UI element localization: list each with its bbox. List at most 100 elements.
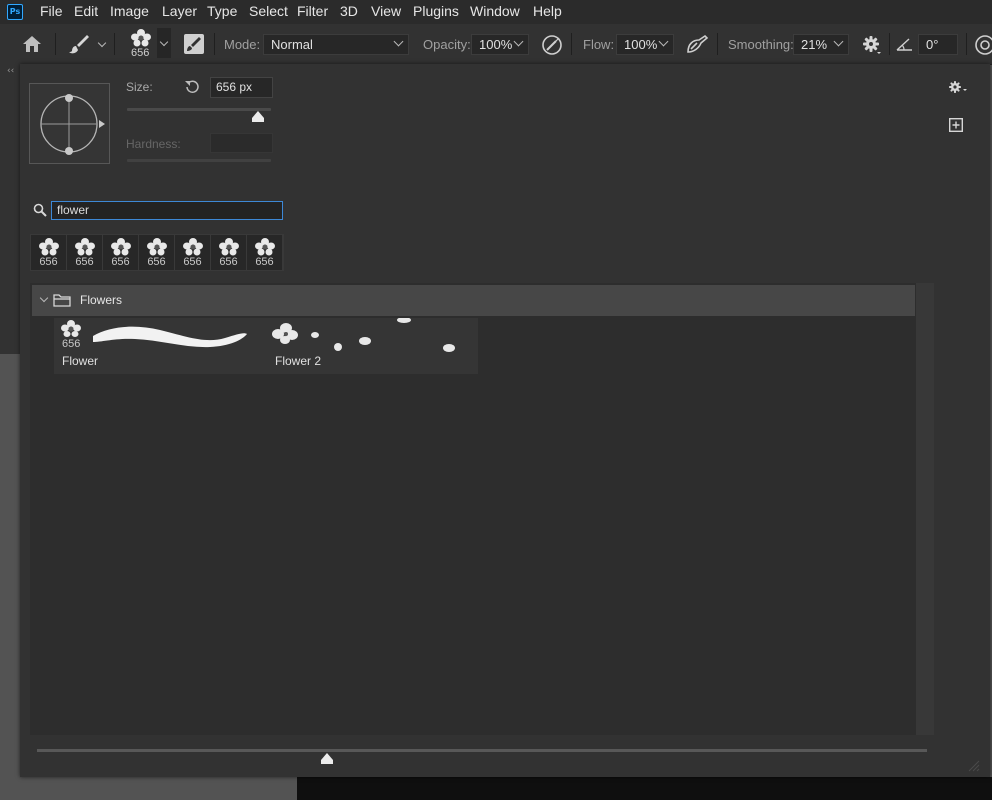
brush-item-flower[interactable]: 656 Flower — [54, 318, 266, 374]
size-label: Size: — [126, 80, 153, 94]
search-input[interactable]: flower — [51, 201, 283, 220]
brush-group-name: Flowers — [80, 293, 123, 307]
folder-icon — [53, 294, 71, 307]
menu-type[interactable]: Type — [207, 3, 237, 19]
opacity-field[interactable]: 100% — [471, 34, 529, 55]
hardness-label: Hardness: — [126, 137, 181, 151]
opacity-value: 100% — [479, 37, 513, 52]
separator — [114, 33, 115, 55]
menu-3d[interactable]: 3D — [340, 3, 358, 19]
menu-view[interactable]: View — [371, 3, 401, 19]
flower-brush-tip-icon[interactable] — [130, 28, 152, 48]
flow-label: Flow: — [583, 37, 615, 52]
separator — [55, 33, 56, 55]
photoshop-logo: Ps — [7, 4, 23, 20]
separator — [214, 33, 215, 55]
pressure-size-icon[interactable] — [974, 34, 992, 56]
chevron-down-icon[interactable] — [658, 36, 669, 47]
new-preset-icon[interactable] — [949, 118, 963, 132]
menu-file[interactable]: File — [40, 3, 63, 19]
angle-icon — [896, 38, 912, 51]
left-panel-strip: ‹‹ — [0, 64, 20, 354]
thumbnail-size-slider-track[interactable] — [37, 749, 927, 752]
recent-brush-size: 656 — [255, 256, 274, 268]
separator — [966, 33, 967, 55]
smoothing-label: Smoothing: — [728, 37, 794, 52]
brush-settings-panel-icon[interactable] — [184, 34, 204, 54]
resize-grip-icon[interactable] — [966, 758, 980, 772]
recent-brush-6[interactable]: 656 — [211, 235, 247, 270]
menu-edit[interactable]: Edit — [74, 3, 98, 19]
menu-select[interactable]: Select — [249, 3, 288, 19]
flower-brush-tip-icon — [183, 238, 203, 256]
brush-group-flowers[interactable] — [32, 285, 915, 316]
flow-value: 100% — [624, 37, 658, 52]
menu-filter[interactable]: Filter — [297, 3, 328, 19]
menu-image[interactable]: Image — [110, 3, 149, 19]
flower-brush-tip-icon — [147, 238, 167, 256]
brush-tip-preview[interactable] — [29, 83, 110, 164]
recent-brush-2[interactable]: 656 — [67, 235, 103, 270]
brush-picker-open-toggle[interactable] — [157, 28, 171, 58]
brush-stroke-preview — [272, 318, 455, 352]
canvas-edge — [297, 777, 992, 800]
recent-brushes: 656 656 656 656 656 656 656 — [30, 234, 284, 271]
opacity-label: Opacity: — [423, 37, 471, 52]
chevron-down-icon[interactable] — [513, 36, 524, 47]
gear-icon[interactable] — [862, 35, 882, 55]
collapse-arrows-icon[interactable]: ‹‹ — [7, 66, 14, 76]
size-slider-track[interactable] — [127, 108, 271, 111]
size-slider-thumb[interactable] — [252, 111, 265, 122]
recent-brush-size: 656 — [111, 256, 130, 268]
menu-layer[interactable]: Layer — [162, 3, 197, 19]
flower-brush-tip-icon — [255, 238, 275, 256]
brush-list-scrollbar[interactable] — [916, 283, 934, 735]
recent-brush-size: 656 — [39, 256, 58, 268]
flower-brush-tip-icon — [75, 238, 95, 256]
brush-name: Flower — [62, 354, 99, 368]
recent-brush-4[interactable]: 656 — [139, 235, 175, 270]
flower-brush-tip-icon — [111, 238, 131, 256]
hardness-slider-track — [127, 159, 271, 162]
chevron-down-icon[interactable] — [833, 36, 844, 47]
mode-value: Normal — [271, 37, 313, 52]
brush-item-flower-2[interactable]: Flower 2 — [266, 318, 478, 374]
brush-size-label: 656 — [62, 338, 81, 350]
brush-stroke-preview — [93, 326, 247, 348]
mode-dropdown[interactable]: Normal — [263, 34, 409, 55]
flow-field[interactable]: 100% — [616, 34, 674, 55]
recent-brush-1[interactable]: 656 — [31, 235, 67, 270]
flower-brush-tip-icon — [219, 238, 239, 256]
gear-icon[interactable] — [948, 80, 970, 96]
size-input[interactable]: 656 px — [210, 77, 273, 98]
menu-bar: Ps File Edit Image Layer Type Select Fil… — [0, 0, 992, 24]
recent-brush-size: 656 — [75, 256, 94, 268]
search-icon — [33, 203, 47, 217]
thumbnail-size-slider-thumb[interactable] — [321, 753, 334, 764]
brush-icon[interactable] — [68, 33, 90, 55]
recent-brush-size: 656 — [219, 256, 238, 268]
angle-field[interactable]: 0° — [918, 34, 958, 55]
brush-size-badge[interactable]: 656 — [131, 47, 149, 59]
menu-help[interactable]: Help — [533, 3, 562, 19]
brush-angle-roundness-widget[interactable] — [30, 84, 109, 163]
recent-brush-5[interactable]: 656 — [175, 235, 211, 270]
home-icon[interactable] — [22, 35, 42, 53]
recent-brush-size: 656 — [183, 256, 202, 268]
recent-brush-size: 656 — [147, 256, 166, 268]
menu-plugins[interactable]: Plugins — [413, 3, 459, 19]
chevron-down-icon — [393, 36, 404, 47]
airbrush-icon[interactable] — [685, 34, 709, 56]
separator — [571, 33, 572, 55]
smoothing-field[interactable]: 21% — [793, 34, 849, 55]
angle-value: 0° — [926, 37, 939, 52]
reset-size-icon[interactable] — [184, 79, 200, 94]
recent-brush-7[interactable]: 656 — [247, 235, 283, 270]
menu-window[interactable]: Window — [470, 3, 520, 19]
separator — [889, 33, 890, 55]
pressure-opacity-icon[interactable] — [541, 34, 563, 56]
recent-brush-3[interactable]: 656 — [103, 235, 139, 270]
hardness-input — [210, 133, 273, 153]
brush-name: Flower 2 — [275, 354, 322, 368]
workspace-background — [0, 354, 20, 800]
